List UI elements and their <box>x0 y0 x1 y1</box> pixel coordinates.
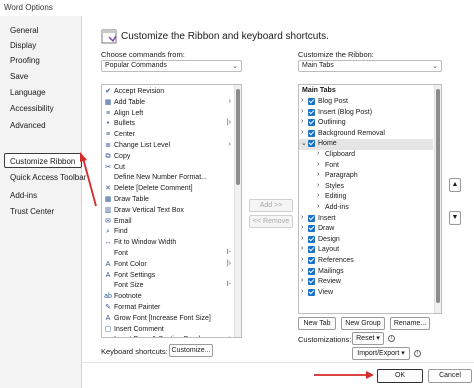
ok-button[interactable]: OK <box>377 369 423 383</box>
cancel-button[interactable]: Cancel <box>428 369 472 383</box>
annotation-arrow-ok <box>314 371 374 379</box>
